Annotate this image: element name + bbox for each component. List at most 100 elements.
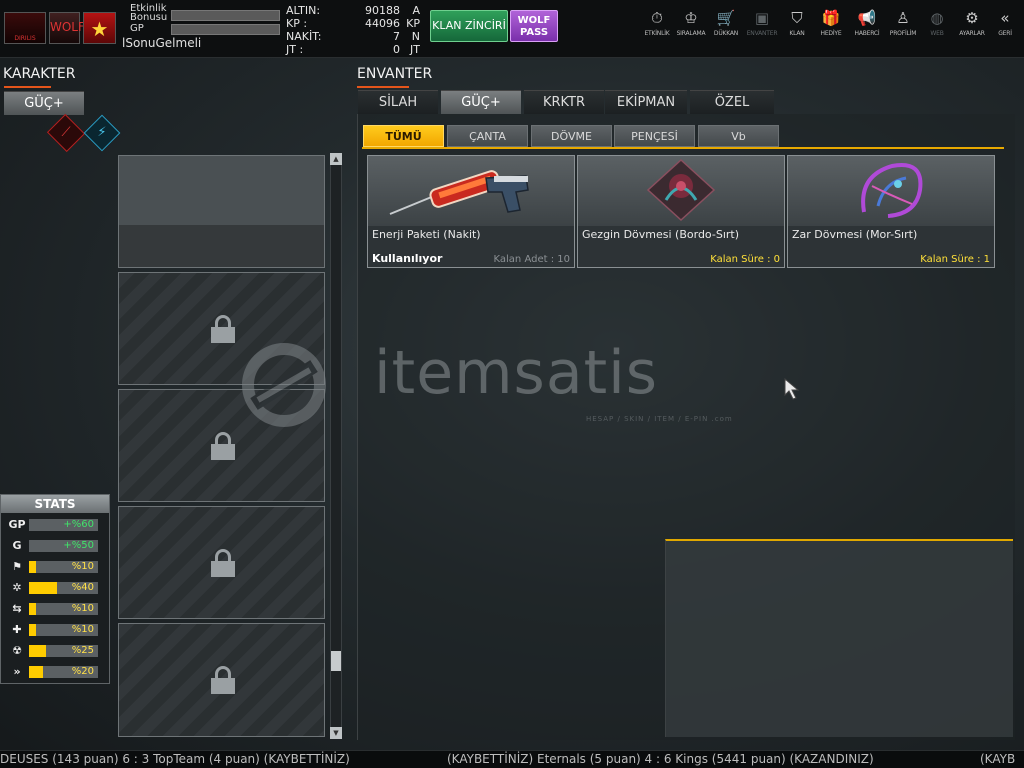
stat-bar: %25 <box>29 645 98 657</box>
item-remaining-time: Kalan Süre : 1 <box>920 254 990 265</box>
megaphone-icon: 📢 <box>857 9 877 27</box>
subtab-tattoo[interactable]: DÖVME <box>531 125 612 147</box>
subtab-other[interactable]: Vb <box>698 125 779 147</box>
stat-row: ✚ %10 <box>5 622 105 638</box>
nav-event[interactable]: ⏱ ETKİNLİK <box>638 8 676 48</box>
nav-profile[interactable]: ♙ PROFİLİM <box>884 8 922 48</box>
lock-icon <box>211 432 235 460</box>
nav-label: WEB <box>930 30 944 37</box>
stat-value: %25 <box>71 645 94 656</box>
clan-emblem[interactable]: WOLF <box>49 12 85 44</box>
currency-value: 90188 <box>365 4 400 17</box>
subtab-all[interactable]: TÜMÜ <box>363 125 444 147</box>
watermark: itemsatis HESAP / SKIN / ITEM / E-PIN .c… <box>214 338 814 434</box>
stat-icon: ⚑ <box>12 560 22 573</box>
skill-slot-red[interactable]: ⟋ <box>46 113 86 153</box>
watermark-subtext: HESAP / SKIN / ITEM / E-PIN .com <box>586 415 733 423</box>
stat-bar-fill <box>29 561 36 573</box>
tattoo-diamond-icon <box>646 158 716 222</box>
nav-settings[interactable]: ⚙ AYARLAR <box>953 8 991 48</box>
mouse-cursor-icon <box>784 378 800 400</box>
ticker-entry: (KAYBETTİNİZ) Eternals (5 puan) 4 : 6 Ki… <box>447 752 874 766</box>
tab-weapon[interactable]: SİLAH <box>358 90 438 114</box>
inventory-title-underline <box>357 86 409 88</box>
gear-icon: ⚙ <box>965 9 979 27</box>
nav-back[interactable]: « GERİ <box>988 8 1022 48</box>
power-slot-locked[interactable] <box>118 506 325 619</box>
nav-label: HEDİYE <box>820 30 842 37</box>
match-results-ticker: DEUSES (143 puan) 6 : 3 TopTeam (4 puan)… <box>0 750 1024 768</box>
subtab-bag[interactable]: ÇANTA <box>447 125 528 147</box>
stopwatch-icon: ⏱ <box>651 9 663 27</box>
currency-unit: N <box>411 30 420 43</box>
nav-label: SIRALAMA <box>676 30 706 37</box>
shield-icon: ⛉ <box>791 9 803 27</box>
stat-row: ✲ %40 <box>5 580 105 596</box>
nav-web[interactable]: ◍ WEB <box>918 8 956 48</box>
item-image-tattoo-purple <box>788 156 994 226</box>
nav-herald[interactable]: 📢 HABERCİ <box>848 8 886 48</box>
stat-value: %10 <box>71 624 94 635</box>
tab-character[interactable]: KRKTR <box>524 90 604 114</box>
currency-altin: ALTIN: 90188 A <box>284 4 424 17</box>
nav-inventory[interactable]: ▣ ENVANTER <box>743 8 781 48</box>
nav-clan[interactable]: ⛉ KLAN <box>778 8 816 48</box>
power-slot-locked[interactable] <box>118 623 325 737</box>
scroll-thumb[interactable] <box>331 651 341 671</box>
currency-label: ALTIN: <box>286 4 321 17</box>
nav-ranking[interactable]: ♔ SIRALAMA <box>672 8 710 48</box>
currency-value: 0 <box>393 43 400 56</box>
cart-icon: 🛒 <box>716 9 736 27</box>
back-chevron-icon: « <box>1000 9 1010 27</box>
gp-bar <box>171 24 280 35</box>
inventory-icon: ▣ <box>754 9 770 27</box>
top-bar: DIRILIS WOLF ★ Etkinlik Bonusu GP lSonuG… <box>0 0 1024 58</box>
currency-label: KP : <box>286 17 308 30</box>
subtab-claw[interactable]: PENÇESİ <box>614 125 695 147</box>
item-details-panel <box>665 539 1013 737</box>
item-card-wanderer-tattoo[interactable]: Gezgin Dövmesi (Bordo-Sırt) Kalan Süre :… <box>577 155 785 268</box>
clan-chain-button[interactable]: KLAN ZİNCİRİ <box>430 10 508 42</box>
currency-nakit: NAKİT: 7 N <box>284 30 424 43</box>
stat-icon: ⇆ <box>12 602 22 615</box>
stat-bar-fill <box>29 624 36 636</box>
currency-label: JT : <box>286 43 304 56</box>
syringe-gun-icon <box>389 170 529 215</box>
power-slot-1[interactable] <box>118 155 325 268</box>
username: lSonuGelmeli <box>122 36 202 50</box>
tab-equipment[interactable]: EKİPMAN <box>605 90 687 114</box>
tab-power[interactable]: GÜÇ+ <box>441 90 521 114</box>
stat-value: +%60 <box>63 519 94 530</box>
watermark-logo-icon <box>242 343 326 427</box>
globe-icon: ◍ <box>930 9 944 27</box>
nav-label: DÜKKAN <box>713 30 739 37</box>
wolf-pass-button[interactable]: WOLF PASS <box>510 10 558 42</box>
item-status-in-use: Kullanılıyor <box>372 252 443 265</box>
rank-badge[interactable]: ★ <box>83 12 116 44</box>
stat-bar-fill <box>29 603 36 615</box>
currency-label: NAKİT: <box>286 30 322 43</box>
currency-unit: A <box>412 4 420 17</box>
item-remaining-count: Kalan Adet : 10 <box>493 254 570 265</box>
stat-row: G +%50 <box>5 538 105 554</box>
nav-label: GERİ <box>998 30 1012 37</box>
skill-slot-blue[interactable]: ⚡ <box>83 114 121 152</box>
nav-shop[interactable]: 🛒 DÜKKAN <box>707 8 745 48</box>
slash-icon: ⟋ <box>61 125 71 140</box>
nav-gift[interactable]: 🎁 HEDİYE <box>812 8 850 48</box>
stat-row: ⚑ %10 <box>5 559 105 575</box>
subtab-underline <box>362 147 1004 149</box>
tab-special[interactable]: ÖZEL <box>690 90 774 114</box>
nav-label: ENVANTER <box>746 30 778 37</box>
scroll-down-arrow-icon[interactable]: ▼ <box>330 727 342 739</box>
nav-label: AYARLAR <box>959 30 985 37</box>
event-bonus-label: Etkinlik Bonusu <box>130 3 168 23</box>
stat-bar: %20 <box>29 666 98 678</box>
item-card-energy-pack[interactable]: Enerji Paketi (Nakit) Kullanılıyor Kalan… <box>367 155 575 268</box>
scroll-up-arrow-icon[interactable]: ▲ <box>330 153 342 165</box>
stat-icon: ☢ <box>12 644 22 657</box>
item-image-tattoo-red <box>578 156 784 226</box>
runner-icon: ⚡ <box>97 125 107 140</box>
item-card-dice-tattoo[interactable]: Zar Dövmesi (Mor-Sırt) Kalan Süre : 1 <box>787 155 995 268</box>
tab-character-power[interactable]: GÜÇ+ <box>4 91 84 115</box>
